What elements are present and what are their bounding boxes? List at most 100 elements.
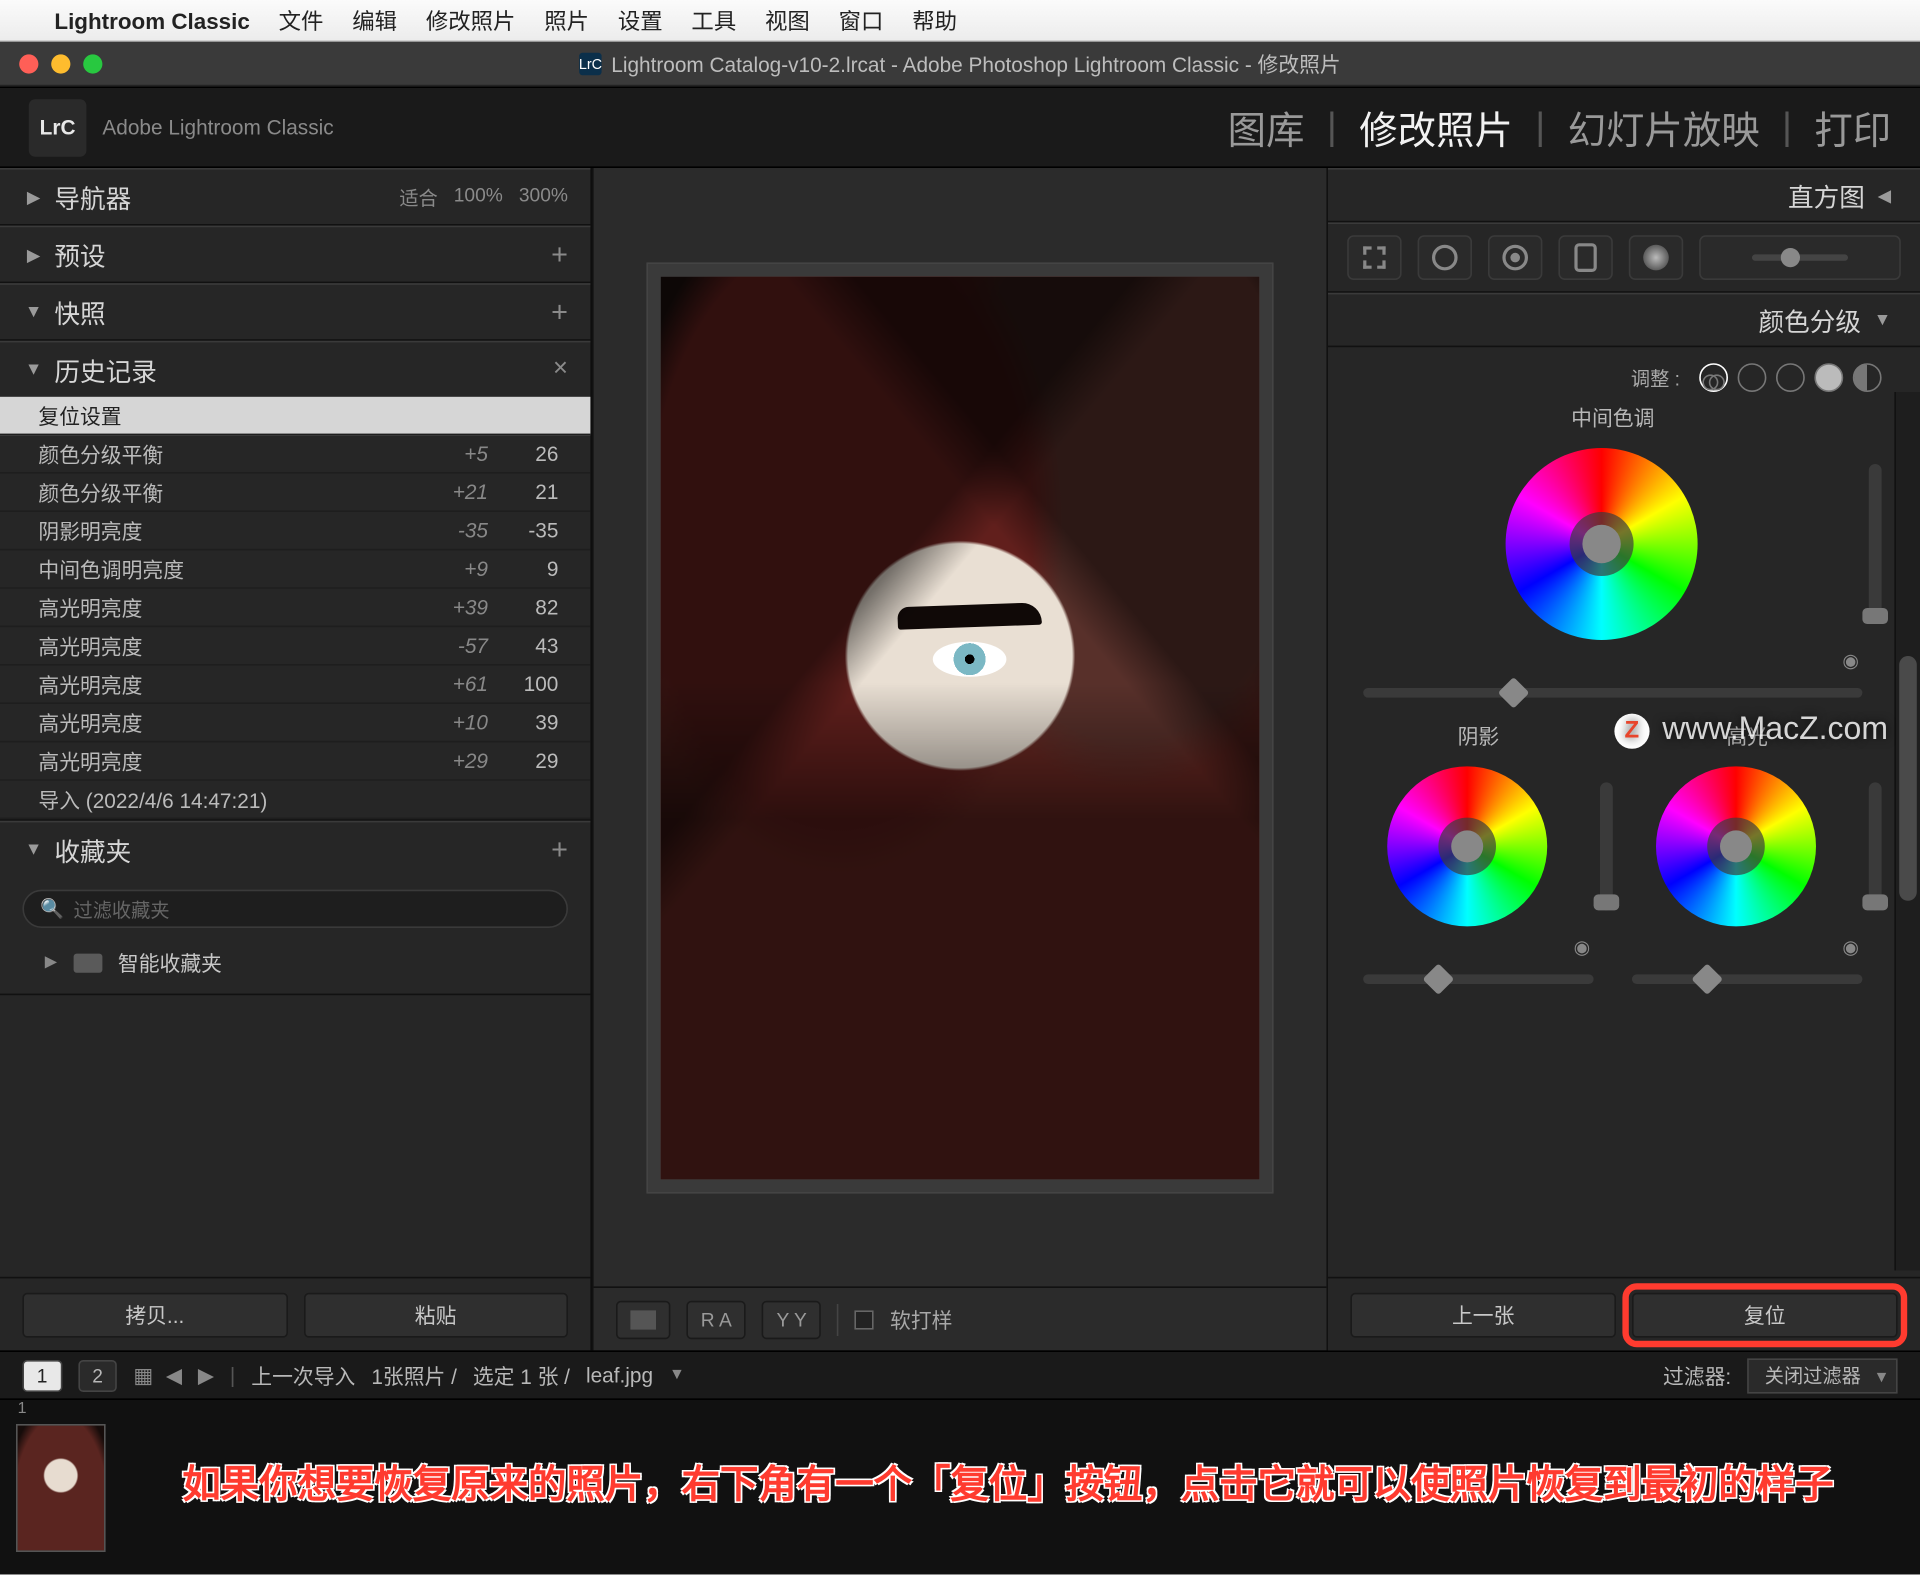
menubar-app-name[interactable]: Lightroom Classic: [54, 7, 249, 33]
presets-toggle-icon[interactable]: ▶: [22, 244, 44, 265]
history-row[interactable]: 颜色分级平衡+526: [0, 435, 590, 473]
menu-view[interactable]: 视图: [765, 4, 810, 36]
shadows-luminance-slider[interactable]: [1600, 782, 1613, 910]
midtones-hslider[interactable]: [1363, 688, 1862, 698]
tab-develop[interactable]: 修改照片: [1359, 99, 1513, 155]
menu-file[interactable]: 文件: [279, 4, 324, 36]
grid-view-icon[interactable]: ▦: [133, 1362, 149, 1388]
secondary-display-1[interactable]: 1: [22, 1359, 62, 1391]
histogram-panel-header[interactable]: 直方图 ◀: [1328, 168, 1920, 222]
softproof-checkbox[interactable]: [855, 1310, 874, 1329]
midtones-label: 中间色调: [1344, 402, 1882, 432]
zoom-300[interactable]: 300%: [519, 183, 568, 210]
presets-panel-header[interactable]: ▶ 预设 +: [0, 227, 590, 281]
loupe-toolbar: R A Y Y 软打样: [594, 1286, 1327, 1350]
color-grading-label: 颜色分级: [1759, 301, 1861, 339]
collections-toggle-icon[interactable]: ▼: [22, 840, 44, 859]
brush-tool-slider[interactable]: [1699, 235, 1901, 280]
history-row[interactable]: 高光明亮度-5743: [0, 627, 590, 665]
menu-tools[interactable]: 工具: [691, 4, 736, 36]
color-grading-toggle-icon[interactable]: ▼: [1874, 310, 1891, 329]
highlights-luminance-slider[interactable]: [1869, 782, 1882, 910]
cg-mode-midtones-icon[interactable]: [1776, 363, 1805, 392]
nav-fwd-icon[interactable]: ▶: [198, 1362, 214, 1388]
presets-add-icon[interactable]: +: [551, 238, 568, 272]
histogram-toggle-icon[interactable]: ◀: [1878, 185, 1892, 206]
secondary-display-2[interactable]: 2: [78, 1359, 118, 1391]
right-panel-scrollbar[interactable]: [1894, 392, 1920, 1270]
history-panel-header[interactable]: ▼ 历史记录 ×: [0, 342, 590, 396]
collections-add-icon[interactable]: +: [551, 833, 568, 867]
snapshots-add-icon[interactable]: +: [551, 295, 568, 329]
loupe-view-icon[interactable]: [616, 1300, 670, 1338]
copy-button[interactable]: 拷贝...: [22, 1292, 287, 1337]
menu-photo[interactable]: 照片: [544, 4, 589, 36]
midtones-color-wheel[interactable]: [1506, 448, 1698, 640]
cg-mode-highlights-icon[interactable]: [1814, 363, 1843, 392]
window-title: Lightroom Catalog-v10-2.lrcat - Adobe Ph…: [611, 48, 1341, 78]
history-row[interactable]: 高光明亮度+3982: [0, 589, 590, 627]
tab-print[interactable]: 打印: [1814, 99, 1891, 155]
history-row[interactable]: 颜色分级平衡+2121: [0, 474, 590, 512]
left-panel: ▶ 导航器 适合 100% 300% ▶ 预设 +: [0, 168, 592, 1350]
navigator-panel-header[interactable]: ▶ 导航器 适合 100% 300%: [0, 170, 590, 224]
cg-mode-shadows-icon[interactable]: [1738, 363, 1767, 392]
shadows-eye-icon[interactable]: ◉: [1344, 936, 1613, 958]
collections-expand-icon[interactable]: ▶: [45, 954, 57, 972]
midtones-luminance-slider[interactable]: [1869, 464, 1882, 624]
highlights-color-wheel[interactable]: [1656, 766, 1816, 926]
before-after-ra-button[interactable]: R A: [686, 1300, 746, 1338]
nav-back-icon[interactable]: ◀: [166, 1362, 182, 1388]
highlights-eye-icon[interactable]: ◉: [1613, 936, 1882, 958]
filmstrip-thumbnail[interactable]: 1: [16, 1423, 106, 1551]
zoom-fit[interactable]: 适合: [399, 183, 437, 210]
tab-slideshow[interactable]: 幻灯片放映: [1568, 99, 1760, 155]
crop-tool-icon[interactable]: [1347, 235, 1401, 280]
photo-preview: [661, 276, 1259, 1178]
history-row[interactable]: 高光明亮度+61100: [0, 666, 590, 704]
navigator-toggle-icon[interactable]: ▶: [22, 186, 44, 207]
menu-window[interactable]: 窗口: [839, 4, 884, 36]
center-panel: R A Y Y 软打样: [592, 168, 1328, 1350]
menu-settings[interactable]: 设置: [618, 4, 663, 36]
menu-edit[interactable]: 编辑: [352, 4, 397, 36]
previous-button[interactable]: 上一张: [1350, 1292, 1616, 1337]
paste-button[interactable]: 粘贴: [303, 1292, 568, 1337]
menu-develop[interactable]: 修改照片: [426, 4, 516, 36]
menu-help[interactable]: 帮助: [912, 4, 957, 36]
history-clear-icon[interactable]: ×: [553, 355, 568, 384]
before-after-yy-button[interactable]: Y Y: [762, 1300, 821, 1338]
shadows-hslider[interactable]: [1363, 974, 1593, 984]
snapshots-toggle-icon[interactable]: ▼: [22, 302, 44, 321]
shadows-color-wheel[interactable]: [1387, 766, 1547, 926]
history-row[interactable]: 高光明亮度+1039: [0, 704, 590, 742]
mask-tool-icon[interactable]: [1558, 235, 1612, 280]
cg-mode-3way-icon[interactable]: [1699, 363, 1728, 392]
snapshots-panel-header[interactable]: ▼ 快照 +: [0, 285, 590, 339]
collections-panel-header[interactable]: ▼ 收藏夹 +: [0, 822, 590, 876]
gradient-tool-icon[interactable]: [1629, 235, 1683, 280]
spot-tool-icon[interactable]: [1418, 235, 1472, 280]
history-row[interactable]: 高光明亮度+2929: [0, 742, 590, 780]
smart-collection-item[interactable]: ▶ 智能收藏夹: [0, 941, 590, 994]
midtones-eye-icon[interactable]: ◉: [1344, 650, 1882, 672]
zoom-100[interactable]: 100%: [454, 183, 503, 210]
color-grading-panel-header[interactable]: 颜色分级 ▼: [1328, 293, 1920, 347]
tool-strip: [1328, 222, 1920, 292]
history-row[interactable]: 导入 (2022/4/6 14:47:21): [0, 781, 590, 819]
collections-label: 收藏夹: [54, 830, 131, 868]
history-toggle-icon[interactable]: ▼: [22, 360, 44, 379]
highlights-hslider[interactable]: [1632, 974, 1862, 984]
smart-collection-icon: [73, 953, 102, 972]
collections-search-input[interactable]: 🔍 过滤收藏夹: [22, 890, 568, 928]
cg-mode-global-icon[interactable]: [1853, 363, 1882, 392]
filter-dropdown[interactable]: 关闭过滤器: [1747, 1358, 1897, 1393]
history-row[interactable]: 中间色调明亮度+99: [0, 550, 590, 588]
redeye-tool-icon[interactable]: [1488, 235, 1542, 280]
breadcrumb-source[interactable]: 上一次导入: [251, 1360, 355, 1390]
history-row[interactable]: 阴影明亮度-35-35: [0, 512, 590, 550]
reset-button[interactable]: 复位: [1632, 1292, 1898, 1337]
history-row[interactable]: 复位设置: [0, 397, 590, 435]
image-canvas[interactable]: [648, 263, 1272, 1191]
tab-library[interactable]: 图库: [1228, 99, 1305, 155]
